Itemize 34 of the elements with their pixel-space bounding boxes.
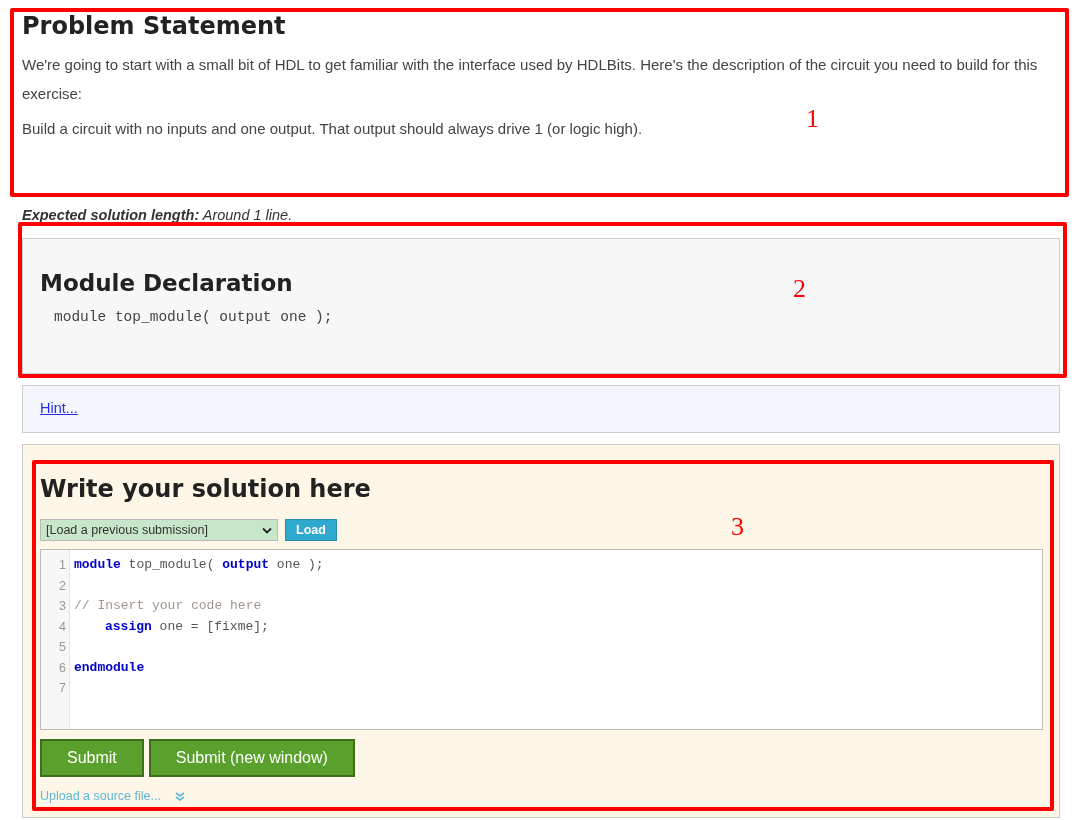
code-keyword: assign [105,617,152,636]
code-keyword: output [222,556,270,574]
line-number: 7 [59,680,66,697]
code-comment: // Insert your code here [74,597,262,615]
double-chevron-icon[interactable] [174,791,185,801]
paragraph: Build a circuit with no inputs and one output. That output should always drive 1 (or logic high). [22,119,644,139]
annotation-number: 2 [793,274,806,304]
line-number: 5 [59,639,66,656]
expected-length-text: Expected solution length: Around 1 line. [22,206,293,225]
line-number: 2 [59,577,66,595]
submit-button[interactable]: Submit (new window) [148,739,355,777]
code-keyword: module [74,556,121,574]
line-number: 6 [59,659,66,677]
line-number: 3 [59,598,66,615]
section-heading: Problem Statement [22,11,286,42]
code-editor[interactable]: 1 2 3 4 5 6 7 module top_module( output one ); // Insert your code here assign one = [fixme]; endmodule [40,549,1043,730]
caret-icon [262,526,272,534]
hint-link[interactable]: Hint... [40,398,78,420]
load-button[interactable]: Load [285,519,337,541]
upload-link[interactable]: Upload a source file... [40,787,161,806]
submission-dropdown[interactable]: [Load a previous submission] [40,519,278,541]
submit-button[interactable]: Submit [40,739,144,777]
paragraph: We're going to start with a small bit of HDL to get familiar with the interface used by HDLBits. Here's the description of the circuit you need to build for this exercise: [22,55,1039,104]
line-number: 1 [59,557,66,574]
panel-heading: Write your solution here [40,474,371,505]
line-number: 4 [59,618,66,636]
code-text: one = [fixme]; [158,617,269,636]
code-text: top_module( [127,556,216,574]
annotation-number: 3 [731,512,744,542]
annotation-number: 1 [806,104,819,134]
code-keyword: endmodule [74,658,145,677]
panel-heading: Module Declaration [40,269,293,298]
code-text: one ); [275,556,324,574]
code-text: module top_module( output one ); [54,308,333,327]
